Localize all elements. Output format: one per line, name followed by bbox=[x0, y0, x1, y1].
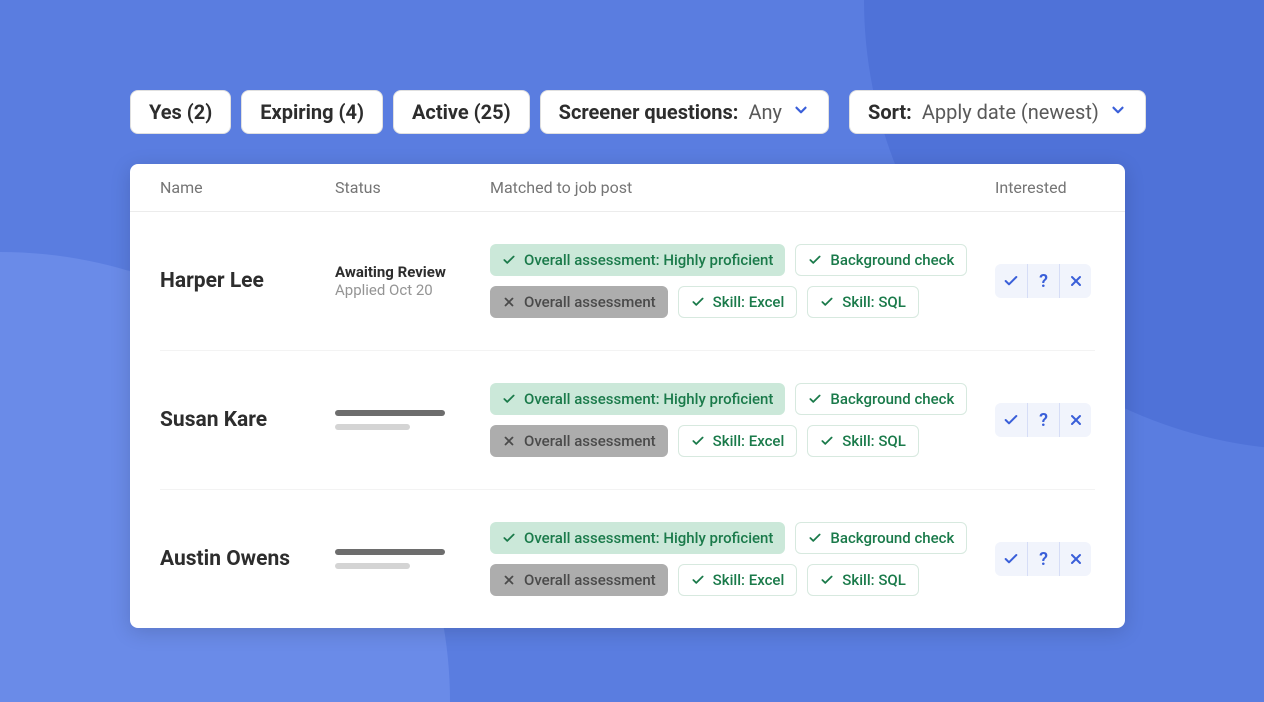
status-primary: Awaiting Review bbox=[335, 263, 490, 281]
match-tag: Skill: SQL bbox=[807, 286, 919, 318]
status-placeholder bbox=[335, 549, 490, 569]
filter-screener[interactable]: Screener questions: Any bbox=[540, 90, 829, 134]
tag-label: Background check bbox=[830, 390, 954, 408]
interest-yes-button[interactable] bbox=[995, 264, 1027, 298]
sort-value: Apply date (newest) bbox=[922, 100, 1099, 124]
match-tag: Overall assessment: Highly proficient bbox=[490, 383, 785, 415]
filter-row: Yes (2) Expiring (4) Active (25) Screene… bbox=[130, 90, 1134, 134]
candidate-name[interactable]: Susan Kare bbox=[160, 408, 335, 432]
tag-label: Overall assessment: Highly proficient bbox=[524, 529, 773, 547]
filter-yes-label: Yes (2) bbox=[149, 100, 212, 124]
table-row: Harper Lee Awaiting Review Applied Oct 2… bbox=[160, 212, 1095, 350]
interest-maybe-button[interactable]: ? bbox=[1027, 403, 1059, 437]
tag-label: Skill: SQL bbox=[842, 571, 906, 589]
status-text: Awaiting Review Applied Oct 20 bbox=[335, 263, 490, 299]
candidates-card: Name Status Matched to job post Interest… bbox=[130, 164, 1125, 628]
col-header-name: Name bbox=[160, 178, 335, 197]
sort-label: Sort: bbox=[868, 100, 912, 124]
tag-label: Background check bbox=[830, 529, 954, 547]
match-tag: Overall assessment: Highly proficient bbox=[490, 244, 785, 276]
interest-actions: ? bbox=[995, 264, 1091, 298]
filter-screener-label: Screener questions: bbox=[559, 100, 739, 124]
match-tag: Background check bbox=[795, 383, 967, 415]
filter-screener-value: Any bbox=[748, 100, 782, 124]
tag-label: Background check bbox=[830, 251, 954, 269]
match-tag: Overall assessment bbox=[490, 425, 668, 457]
sort-dropdown[interactable]: Sort: Apply date (newest) bbox=[849, 90, 1146, 134]
match-tag: Skill: Excel bbox=[678, 286, 798, 318]
tag-label: Overall assessment: Highly proficient bbox=[524, 390, 773, 408]
match-tag: Background check bbox=[795, 522, 967, 554]
candidate-name[interactable]: Austin Owens bbox=[160, 547, 335, 571]
match-tags: Overall assessment: Highly proficient Ba… bbox=[490, 522, 995, 596]
interest-actions: ? bbox=[995, 403, 1091, 437]
filter-yes[interactable]: Yes (2) bbox=[130, 90, 231, 134]
interest-maybe-button[interactable]: ? bbox=[1027, 264, 1059, 298]
tag-label: Overall assessment bbox=[524, 432, 656, 450]
match-tag: Overall assessment bbox=[490, 564, 668, 596]
match-tag: Skill: Excel bbox=[678, 564, 798, 596]
table-header: Name Status Matched to job post Interest… bbox=[130, 164, 1125, 212]
match-tags: Overall assessment: Highly proficient Ba… bbox=[490, 383, 995, 457]
col-header-matched: Matched to job post bbox=[490, 178, 995, 197]
match-tags: Overall assessment: Highly proficient Ba… bbox=[490, 244, 995, 318]
table-row: Susan Kare Overall assessment: Highly pr… bbox=[160, 350, 1095, 489]
interest-yes-button[interactable] bbox=[995, 403, 1027, 437]
question-icon: ? bbox=[1039, 410, 1048, 431]
tag-label: Skill: Excel bbox=[713, 571, 785, 589]
filter-expiring[interactable]: Expiring (4) bbox=[241, 90, 383, 134]
filter-expiring-label: Expiring (4) bbox=[260, 100, 364, 124]
question-icon: ? bbox=[1039, 549, 1048, 570]
match-tag: Skill: SQL bbox=[807, 425, 919, 457]
chevron-down-icon bbox=[792, 100, 810, 124]
status-secondary: Applied Oct 20 bbox=[335, 281, 490, 299]
question-icon: ? bbox=[1039, 271, 1048, 292]
match-tag: Overall assessment: Highly proficient bbox=[490, 522, 785, 554]
tag-label: Skill: Excel bbox=[713, 432, 785, 450]
table-row: Austin Owens Overall assessment: Highly … bbox=[160, 489, 1095, 628]
filter-active[interactable]: Active (25) bbox=[393, 90, 530, 134]
match-tag: Skill: Excel bbox=[678, 425, 798, 457]
tag-label: Overall assessment bbox=[524, 571, 656, 589]
tag-label: Overall assessment bbox=[524, 293, 656, 311]
interest-yes-button[interactable] bbox=[995, 542, 1027, 576]
interest-maybe-button[interactable]: ? bbox=[1027, 542, 1059, 576]
status-placeholder bbox=[335, 410, 490, 430]
chevron-down-icon bbox=[1109, 100, 1127, 124]
tag-label: Skill: Excel bbox=[713, 293, 785, 311]
interest-no-button[interactable] bbox=[1059, 542, 1091, 576]
interest-no-button[interactable] bbox=[1059, 264, 1091, 298]
col-header-status: Status bbox=[335, 178, 490, 197]
interest-no-button[interactable] bbox=[1059, 403, 1091, 437]
tag-label: Skill: SQL bbox=[842, 293, 906, 311]
interest-actions: ? bbox=[995, 542, 1091, 576]
col-header-interested: Interested bbox=[995, 178, 1095, 197]
match-tag: Skill: SQL bbox=[807, 564, 919, 596]
tag-label: Overall assessment: Highly proficient bbox=[524, 251, 773, 269]
match-tag: Background check bbox=[795, 244, 967, 276]
tag-label: Skill: SQL bbox=[842, 432, 906, 450]
candidate-name[interactable]: Harper Lee bbox=[160, 269, 335, 293]
match-tag: Overall assessment bbox=[490, 286, 668, 318]
filter-active-label: Active (25) bbox=[412, 100, 511, 124]
